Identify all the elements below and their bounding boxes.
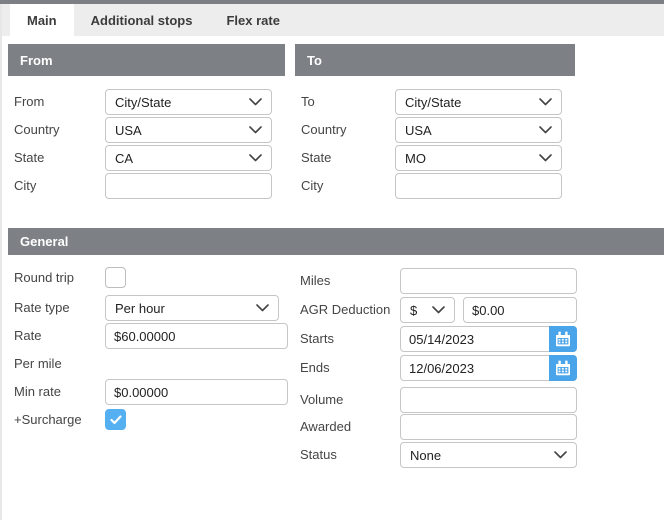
starts-field (400, 326, 577, 352)
from-state-select[interactable]: CA (105, 145, 272, 171)
round-trip-checkbox[interactable] (105, 267, 126, 288)
agr-currency-select[interactable]: $ (400, 297, 455, 323)
surcharge-checkbox[interactable] (105, 409, 126, 430)
chevron-down-icon (432, 306, 445, 314)
chevron-down-icon (249, 98, 262, 106)
from-city-label: City (14, 173, 36, 199)
tab-additional-stops[interactable]: Additional stops (74, 4, 210, 36)
status-select-value: None (410, 448, 441, 463)
tab-main[interactable]: Main (10, 4, 74, 36)
rate-type-select[interactable]: Per hour (105, 295, 279, 321)
to-select-value: City/State (405, 95, 461, 110)
from-country-label: Country (14, 117, 60, 143)
from-city-input[interactable] (105, 173, 272, 199)
from-select-value: City/State (115, 95, 171, 110)
volume-input[interactable] (400, 387, 577, 413)
status-select[interactable]: None (400, 442, 577, 468)
status-label: Status (300, 442, 337, 468)
chevron-down-icon (539, 98, 552, 106)
to-label: To (301, 89, 315, 115)
rate-input[interactable] (105, 323, 288, 349)
min-rate-input[interactable] (105, 379, 288, 405)
chevron-down-icon (256, 304, 269, 312)
to-select[interactable]: City/State (395, 89, 562, 115)
chevron-down-icon (539, 154, 552, 162)
rate-type-label: Rate type (14, 295, 70, 321)
agr-deduction-label: AGR Deduction (300, 297, 390, 323)
agr-currency-select-value: $ (410, 303, 417, 318)
from-country-select-value: USA (115, 123, 142, 138)
awarded-input[interactable] (400, 414, 577, 440)
chevron-down-icon (554, 451, 567, 459)
checkmark-icon (110, 415, 122, 425)
to-section-header: To (295, 44, 575, 76)
per-mile-label: Per mile (14, 351, 62, 377)
to-country-select[interactable]: USA (395, 117, 562, 143)
to-country-select-value: USA (405, 123, 432, 138)
from-state-select-value: CA (115, 151, 133, 166)
from-country-select[interactable]: USA (105, 117, 272, 143)
from-section-header: From (8, 44, 285, 76)
to-city-label: City (301, 173, 323, 199)
left-panel-border (0, 4, 2, 520)
ends-calendar-button[interactable] (549, 355, 577, 381)
chevron-down-icon (249, 126, 262, 134)
rate-form-window: Main Additional stops Flex rate From Fro… (0, 0, 664, 520)
round-trip-label: Round trip (14, 265, 74, 291)
starts-calendar-button[interactable] (549, 326, 577, 352)
to-state-select[interactable]: MO (395, 145, 562, 171)
chevron-down-icon (249, 154, 262, 162)
surcharge-label: +Surcharge (14, 407, 82, 433)
miles-label: Miles (300, 268, 330, 294)
from-select[interactable]: City/State (105, 89, 272, 115)
ends-label: Ends (300, 355, 330, 381)
calendar-icon (555, 331, 571, 347)
rate-type-select-value: Per hour (115, 301, 165, 316)
tab-bar: Main Additional stops Flex rate (2, 4, 664, 36)
tab-flex-rate[interactable]: Flex rate (209, 4, 296, 36)
starts-label: Starts (300, 326, 334, 352)
general-section-header: General (8, 228, 664, 255)
from-label: From (14, 89, 44, 115)
calendar-icon (555, 360, 571, 376)
min-rate-label: Min rate (14, 379, 61, 405)
miles-input[interactable] (400, 268, 577, 294)
awarded-label: Awarded (300, 414, 351, 440)
rate-label: Rate (14, 323, 41, 349)
chevron-down-icon (539, 126, 552, 134)
agr-amount-input[interactable] (463, 297, 577, 323)
volume-label: Volume (300, 387, 343, 413)
to-state-select-value: MO (405, 151, 426, 166)
to-state-label: State (301, 145, 331, 171)
to-city-input[interactable] (395, 173, 562, 199)
to-country-label: Country (301, 117, 347, 143)
from-state-label: State (14, 145, 44, 171)
ends-field (400, 355, 577, 381)
